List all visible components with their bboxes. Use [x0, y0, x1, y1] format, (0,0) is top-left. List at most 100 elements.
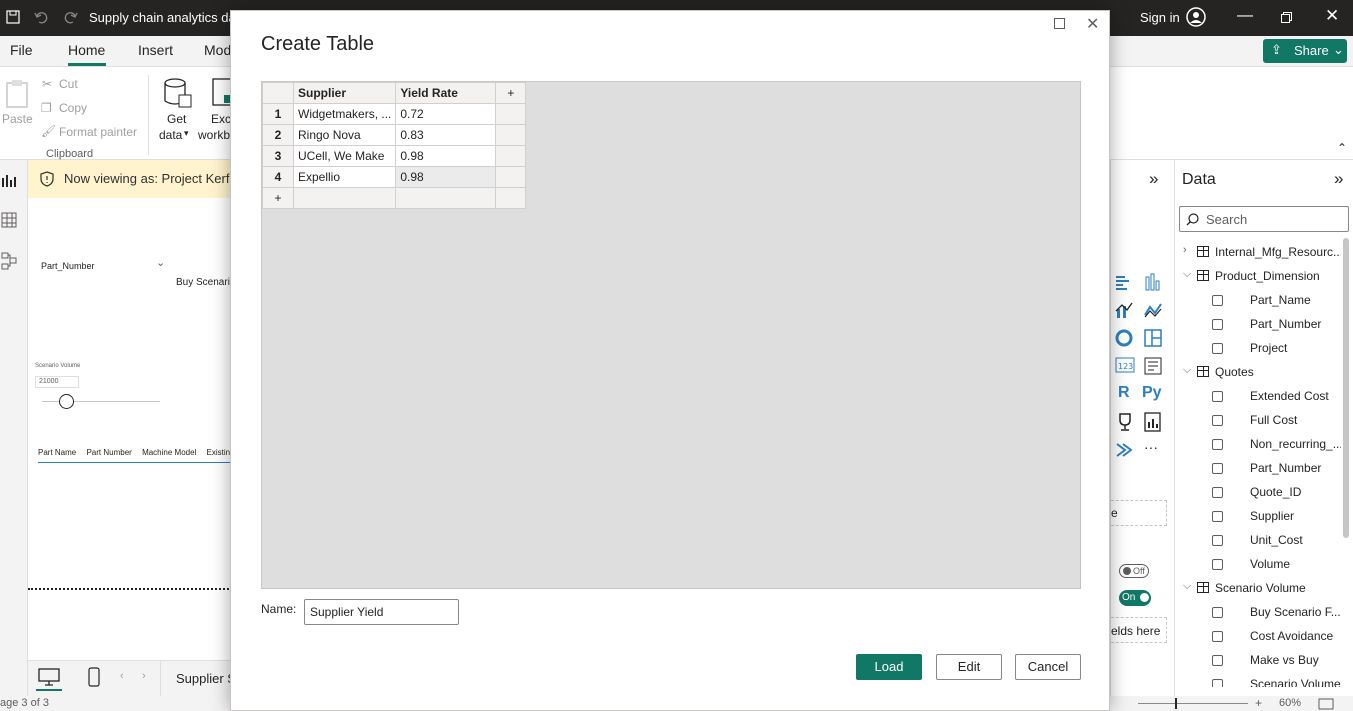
close-dialog-icon[interactable]: ✕	[1086, 14, 1099, 34]
r-visual-icon[interactable]: R	[1118, 384, 1130, 402]
field-checkbox[interactable]	[1212, 631, 1223, 642]
mobile-layout-icon[interactable]	[88, 667, 100, 687]
scenario-volume-input[interactable]: 21000	[35, 376, 79, 388]
sign-in-link[interactable]: Sign in	[1140, 10, 1180, 25]
cell-yield-rate[interactable]: 0.83	[395, 124, 497, 146]
multi-row-card-icon[interactable]	[1144, 357, 1162, 375]
field-checkbox[interactable]	[1212, 655, 1223, 666]
chevron-down-icon[interactable]: ⌵	[1183, 364, 1191, 377]
field-checkbox[interactable]	[1212, 439, 1223, 450]
zoom-slider-track[interactable]	[1138, 703, 1248, 704]
drop-zone-1[interactable]: e	[1111, 500, 1167, 526]
edit-button[interactable]: Edit	[936, 654, 1002, 680]
format-painter-button[interactable]: Format painter	[59, 125, 137, 139]
chevron-left-icon[interactable]: ‹	[120, 670, 124, 682]
collapse-data-pane-icon[interactable]: »	[1334, 169, 1343, 189]
field-checkbox[interactable]	[1212, 679, 1223, 687]
power-automate-icon[interactable]	[1115, 442, 1135, 458]
collapse-ribbon-icon[interactable]: ⌃	[1337, 141, 1347, 155]
field-checkbox[interactable]	[1212, 295, 1223, 306]
database-icon[interactable]	[163, 77, 193, 109]
field-checkbox[interactable]	[1212, 463, 1223, 474]
tab-file[interactable]: File	[10, 42, 33, 58]
chevron-right-icon[interactable]: ›	[142, 670, 146, 682]
redo-icon[interactable]	[64, 10, 78, 24]
python-visual-icon[interactable]: Py	[1142, 384, 1162, 402]
format-painter-icon[interactable]: 🖌	[41, 124, 56, 138]
table-name-input[interactable]: Supplier Yield	[304, 599, 459, 625]
field-checkbox[interactable]	[1212, 343, 1223, 354]
cell-supplier[interactable]: Widgetmakers, ...	[292, 103, 397, 125]
chevron-right-icon[interactable]: ›	[1183, 244, 1187, 256]
share-button[interactable]: ⇪ Share ⌄	[1263, 39, 1347, 63]
copy-icon[interactable]: ❐	[41, 101, 52, 115]
field-checkbox[interactable]	[1212, 391, 1223, 402]
toggle-on[interactable]: On	[1119, 590, 1151, 606]
chevron-down-icon[interactable]: ⌵	[1183, 268, 1191, 281]
zoom-in-icon[interactable]: +	[1255, 696, 1262, 710]
treemap-icon[interactable]	[1144, 329, 1162, 347]
line-column-chart-icon[interactable]	[1115, 301, 1133, 319]
save-icon[interactable]	[6, 10, 20, 24]
tab-home[interactable]: Home	[68, 42, 105, 58]
tab-insert[interactable]: Insert	[138, 42, 173, 58]
more-visuals-icon[interactable]: ···	[1144, 439, 1158, 455]
column-header-supplier[interactable]: Supplier	[292, 82, 397, 104]
paste-icon[interactable]	[5, 79, 31, 109]
minimize-icon[interactable]: —	[1237, 7, 1253, 25]
data-search-input[interactable]: Search	[1179, 206, 1349, 232]
chevron-down-icon[interactable]: ⌵	[1183, 580, 1191, 593]
field-checkbox[interactable]	[1212, 511, 1223, 522]
get-data-label-1[interactable]: Get	[167, 112, 186, 126]
ribbon-chart-icon[interactable]	[1144, 301, 1162, 319]
excel-workbook-label-1[interactable]: Exc	[211, 112, 231, 126]
collapse-viz-pane-icon[interactable]: »	[1149, 169, 1158, 189]
add-column-button[interactable]: +	[495, 82, 527, 104]
data-pane-scrollbar[interactable]	[1343, 238, 1349, 538]
field-checkbox[interactable]	[1212, 415, 1223, 426]
restore-icon[interactable]	[1281, 12, 1292, 23]
field-checkbox[interactable]	[1212, 319, 1223, 330]
cell-supplier[interactable]: Ringo Nova	[292, 124, 397, 146]
model-view-icon[interactable]	[1, 252, 17, 270]
excel-icon[interactable]	[212, 77, 232, 109]
column-header-yield-rate[interactable]: Yield Rate	[395, 82, 497, 104]
cut-button[interactable]: Cut	[59, 77, 78, 91]
cell-yield-rate[interactable]: 0.72	[395, 103, 497, 125]
close-window-icon[interactable]: ✕	[1325, 6, 1339, 26]
get-data-label-2[interactable]: data	[159, 128, 182, 142]
paginated-report-icon[interactable]	[1144, 412, 1162, 432]
stacked-bar-chart-icon[interactable]	[1115, 275, 1131, 291]
cut-icon[interactable]: ✂	[42, 77, 52, 91]
maximize-dialog-icon[interactable]	[1054, 18, 1065, 29]
clustered-column-chart-icon[interactable]	[1144, 273, 1160, 291]
zoom-slider-thumb[interactable]	[1175, 698, 1177, 709]
user-avatar-icon[interactable]	[1186, 7, 1206, 27]
field-checkbox[interactable]	[1212, 607, 1223, 618]
page-tab-supplier[interactable]: Supplier S	[176, 671, 236, 686]
copy-button[interactable]: Copy	[59, 101, 87, 115]
donut-chart-icon[interactable]	[1115, 329, 1133, 347]
field-checkbox[interactable]	[1212, 487, 1223, 498]
excel-workbook-label-2[interactable]: workb	[198, 128, 230, 142]
tab-modeling[interactable]: Mod	[204, 42, 231, 58]
card-icon[interactable]: 123	[1115, 357, 1135, 375]
cell-supplier[interactable]: UCell, We Make	[292, 145, 397, 167]
scenario-volume-slider-thumb[interactable]	[58, 394, 74, 409]
slicer-dropdown-icon[interactable]: ⌄	[156, 256, 165, 269]
cell-yield-rate[interactable]: 0.98	[395, 166, 497, 188]
fit-to-page-icon[interactable]	[1318, 698, 1334, 710]
drop-zone-2[interactable]: elds here	[1111, 617, 1167, 643]
field-checkbox[interactable]	[1212, 535, 1223, 546]
cell-yield-rate[interactable]: 0.98	[395, 145, 497, 167]
add-row-button[interactable]: +	[262, 187, 294, 209]
toggle-off[interactable]: Off	[1119, 564, 1149, 578]
trophy-icon[interactable]	[1115, 412, 1135, 432]
report-view-icon[interactable]	[1, 172, 17, 188]
field-checkbox[interactable]	[1212, 559, 1223, 570]
load-button[interactable]: Load	[856, 654, 922, 680]
undo-icon[interactable]	[34, 10, 48, 24]
cancel-button[interactable]: Cancel	[1015, 654, 1081, 680]
cell-supplier[interactable]: Expellio	[292, 166, 397, 188]
table-view-icon[interactable]	[1, 212, 17, 228]
